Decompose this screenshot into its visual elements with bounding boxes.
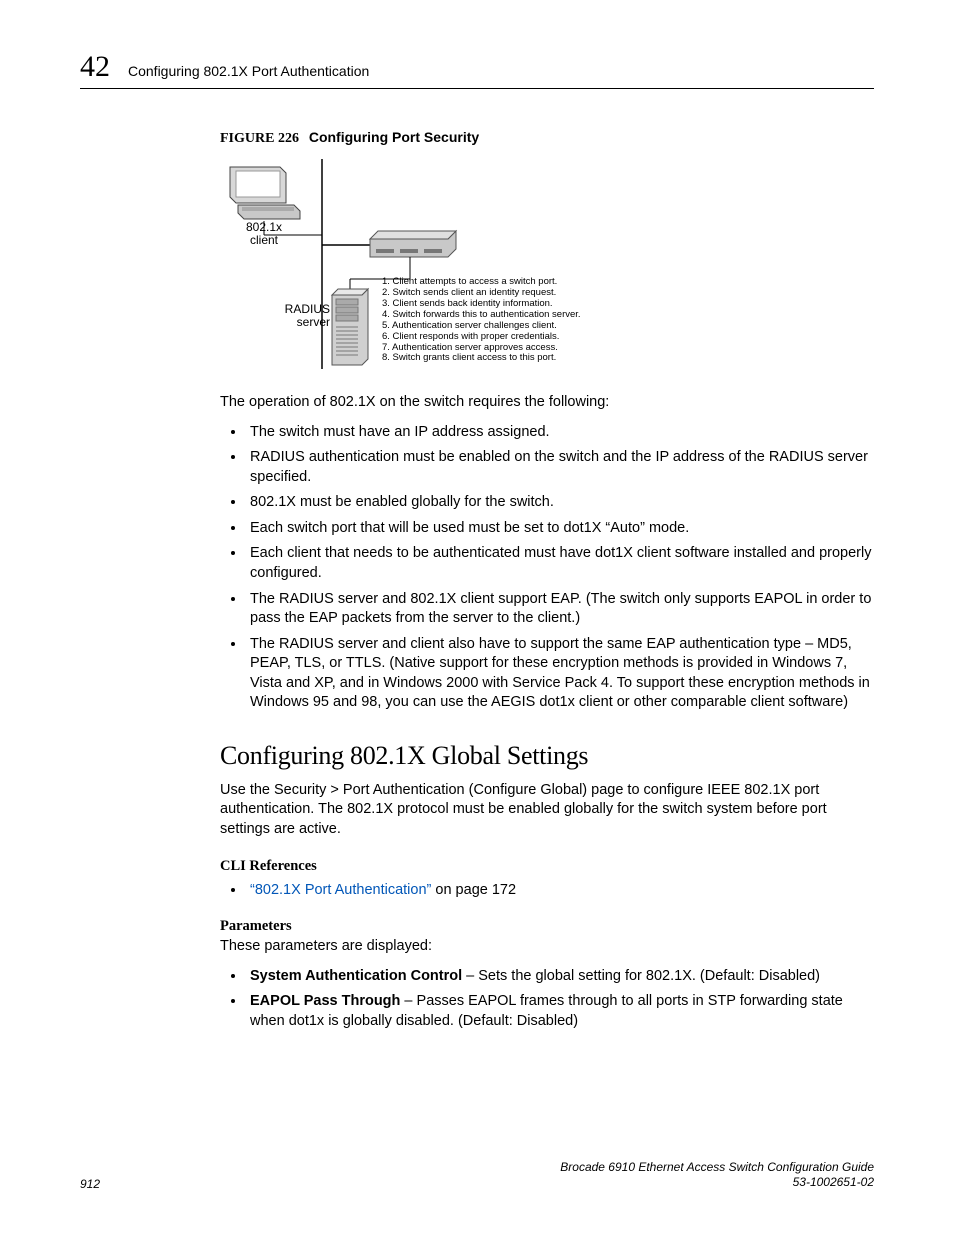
section-heading: Configuring 802.1X Global Settings xyxy=(220,741,874,771)
chapter-title: Configuring 802.1X Port Authentication xyxy=(128,63,369,79)
cli-references-heading: CLI References xyxy=(220,858,874,875)
list-item: The RADIUS server and client also have t… xyxy=(246,635,874,713)
param-name: EAPOL Pass Through xyxy=(250,993,400,1009)
diagram-steps: 1. Client attempts to access a switch po… xyxy=(382,277,581,364)
figure-label: FIGURE 226 xyxy=(220,131,299,146)
diagram-step: 5. Authentication server challenges clie… xyxy=(382,321,581,332)
footer-doc-id: 53-1002651-02 xyxy=(560,1175,874,1191)
param-desc: – Sets the global setting for 802.1X. (D… xyxy=(462,968,820,984)
diagram-label-client: 802.1x client xyxy=(234,221,294,247)
parameters-heading: Parameters xyxy=(220,918,874,935)
figure-caption: FIGURE 226 Configuring Port Security xyxy=(220,129,874,147)
diagram-step: 6. Client responds with proper credentia… xyxy=(382,332,581,343)
list-item: The switch must have an IP address assig… xyxy=(246,423,874,443)
list-item: “802.1X Port Authentication” on page 172 xyxy=(246,881,874,901)
diagram-label-radius: RADIUS server xyxy=(266,303,330,329)
page-footer: 912 Brocade 6910 Ethernet Access Switch … xyxy=(80,1160,874,1191)
param-name: System Authentication Control xyxy=(250,968,462,984)
cli-references-list: “802.1X Port Authentication” on page 172 xyxy=(220,881,874,901)
list-item: System Authentication Control – Sets the… xyxy=(246,967,874,987)
cli-reference-suffix: on page 172 xyxy=(431,882,516,898)
parameters-list: System Authentication Control – Sets the… xyxy=(220,967,874,1032)
cli-reference-link[interactable]: “802.1X Port Authentication” xyxy=(250,882,431,898)
list-item: EAPOL Pass Through – Passes EAPOL frames… xyxy=(246,992,874,1031)
list-item: The RADIUS server and 802.1X client supp… xyxy=(246,590,874,629)
section-intro: Use the Security > Port Authentication (… xyxy=(220,781,874,840)
list-item: Each switch port that will be used must … xyxy=(246,519,874,539)
requirements-list: The switch must have an IP address assig… xyxy=(220,423,874,713)
diagram-step: 8. Switch grants client access to this p… xyxy=(382,353,581,364)
page-number: 912 xyxy=(80,1177,100,1191)
parameters-intro: These parameters are displayed: xyxy=(220,937,874,957)
list-item: Each client that needs to be authenticat… xyxy=(246,544,874,583)
figure-title: Configuring Port Security xyxy=(309,129,479,145)
figure-diagram: 802.1x client RADIUS server 1. Client at… xyxy=(220,159,650,379)
footer-right: Brocade 6910 Ethernet Access Switch Conf… xyxy=(560,1160,874,1191)
intro-paragraph: The operation of 802.1X on the switch re… xyxy=(220,393,874,413)
list-item: RADIUS authentication must be enabled on… xyxy=(246,448,874,487)
page-header: 42 Configuring 802.1X Port Authenticatio… xyxy=(80,50,874,89)
list-item: 802.1X must be enabled globally for the … xyxy=(246,493,874,513)
footer-book-title: Brocade 6910 Ethernet Access Switch Conf… xyxy=(560,1160,874,1176)
chapter-number: 42 xyxy=(80,50,110,84)
